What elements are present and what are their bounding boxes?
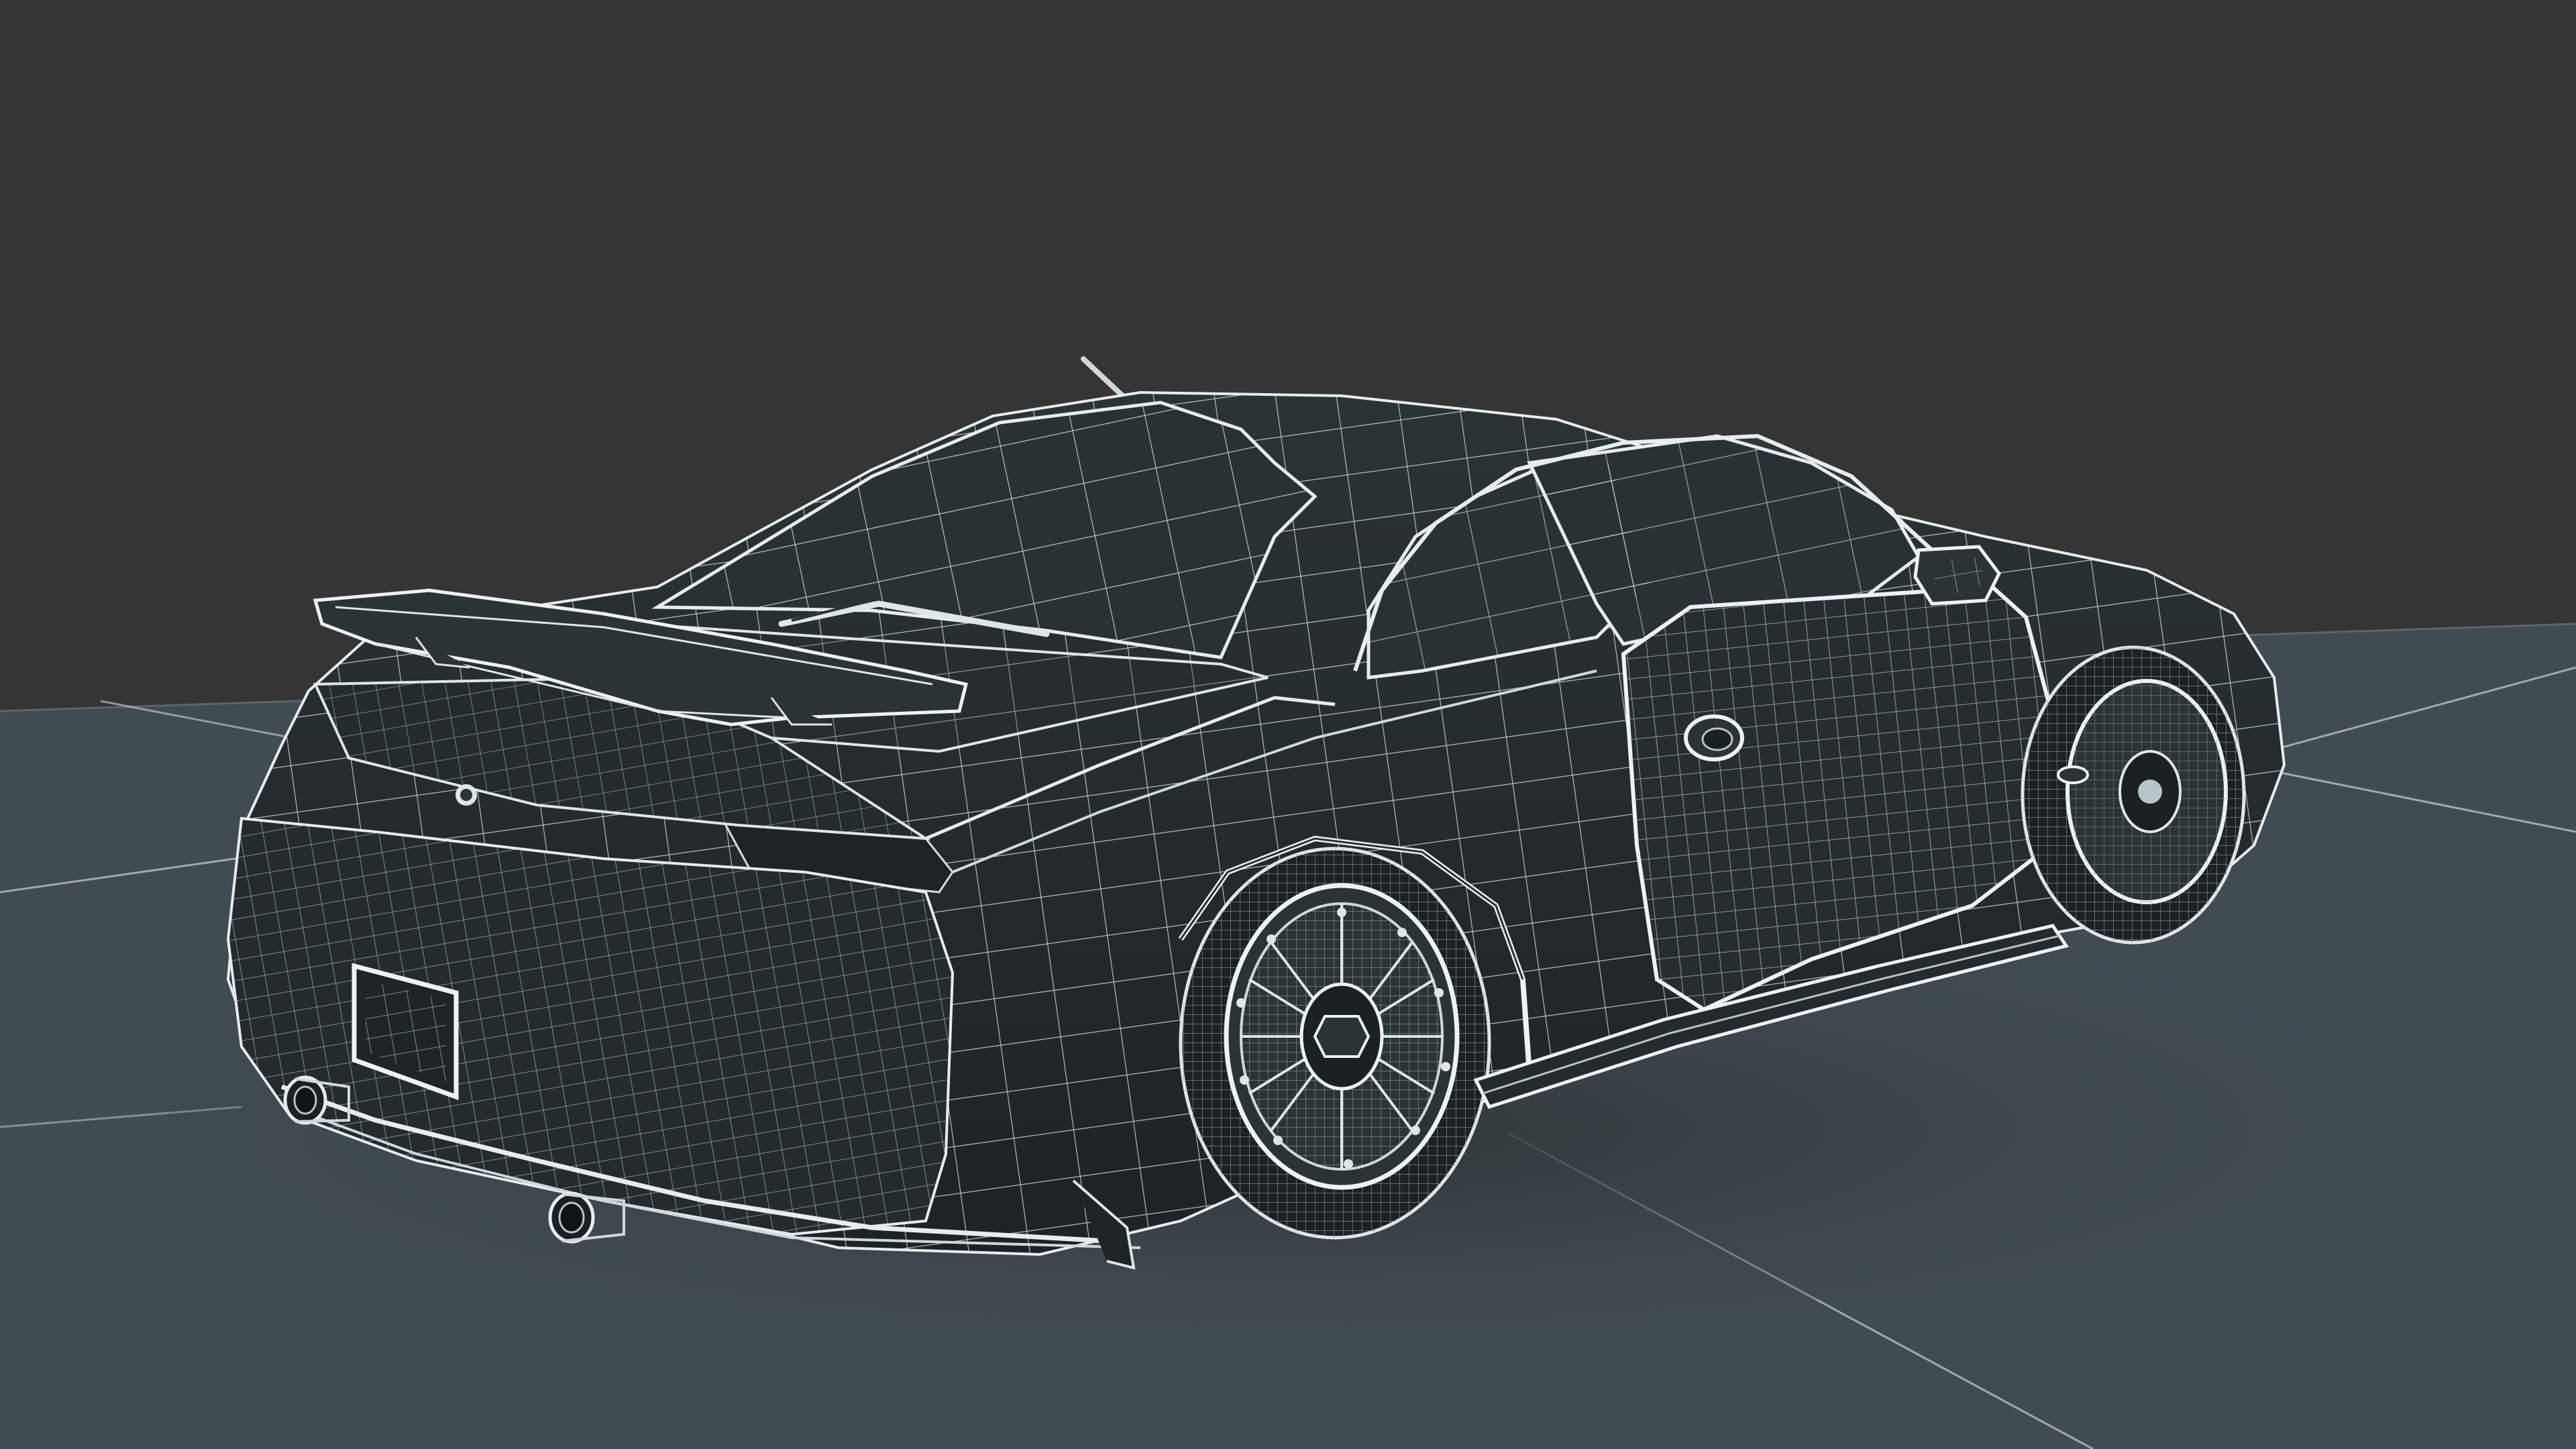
rear-wheel <box>1179 847 1491 1240</box>
rear-emblem <box>455 784 477 806</box>
side-mirror <box>1913 545 2001 606</box>
3d-viewport[interactable] <box>0 0 2576 1449</box>
side-marker <box>2057 765 2089 784</box>
door-handle <box>1684 714 1744 761</box>
viewport-scene <box>0 356 2576 1449</box>
front-wheel <box>2021 645 2246 945</box>
